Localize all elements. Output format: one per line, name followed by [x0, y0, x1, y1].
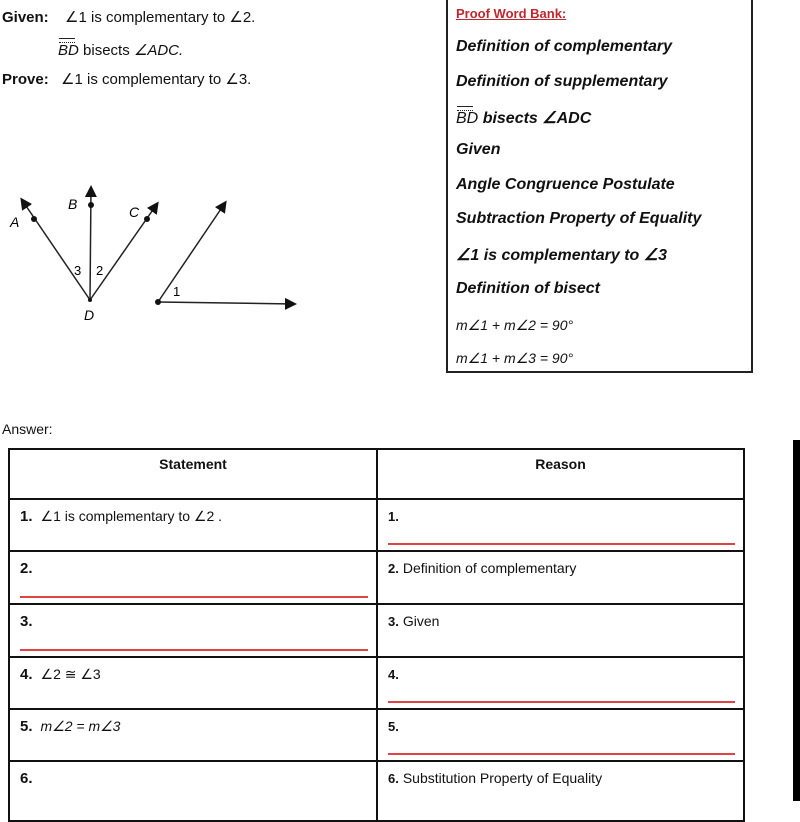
statement-cell-5: 5. m∠2 = m∠3 [8, 708, 378, 762]
row-number: 4. [388, 667, 399, 682]
row-number: 1. [20, 508, 33, 525]
word-bank-title: Proof Word Bank: [456, 6, 567, 21]
page-edge-bar [793, 440, 800, 801]
reason-blank-line[interactable] [388, 543, 735, 545]
table-row: 3. 3. Given [8, 603, 745, 658]
bisects-text: bisects ∠ADC [482, 110, 592, 127]
row-number: 5. [388, 719, 399, 734]
ray-bd: BD [58, 38, 79, 59]
statement-cell-2[interactable]: 2. [8, 550, 378, 605]
label-b: B [68, 196, 77, 212]
row-number: 5. [20, 718, 33, 735]
label-angle-3: 3 [74, 263, 81, 278]
label-angle-1: 1 [173, 284, 180, 299]
row-number: 4. [20, 666, 33, 683]
label-d: D [84, 307, 94, 323]
angle-adc: ∠ADC. [133, 42, 184, 59]
ray-bd: BD [456, 106, 479, 127]
row-number: 3. [388, 614, 399, 629]
statement-cell-3[interactable]: 3. [8, 603, 378, 658]
reason-blank-line[interactable] [388, 753, 735, 755]
prove-text: is complementary to [87, 71, 222, 88]
proof-word-bank: Proof Word Bank: Definition of complemen… [446, 0, 753, 373]
reason-cell-4[interactable]: 4. [376, 656, 745, 710]
label-c: C [129, 204, 140, 220]
word-bank-item: Subtraction Property of Equality [456, 210, 702, 227]
word-bank-item-bisects: BD bisects ∠ADC [456, 106, 592, 128]
statement-blank-line[interactable] [20, 649, 368, 651]
table-row: 1. ∠1 is complementary to ∠2 . 1. [8, 498, 745, 552]
given-line-1: Given: ∠1 is complementary to ∠2. [2, 8, 255, 26]
statement-cell-6[interactable]: 6. [8, 760, 378, 822]
proof-table: Statement Reason 1. ∠1 is complementary t… [8, 448, 745, 822]
statement-blank-line[interactable] [20, 596, 368, 598]
given-line-2: BD bisects ∠ADC. [58, 38, 184, 59]
prove-label: Prove: [2, 71, 49, 88]
reason-text: Substitution Property of Equality [402, 770, 603, 786]
row-number: 3. [20, 613, 33, 630]
statement-text: ∠2 ≅ ∠3 [40, 666, 101, 682]
point-c [144, 216, 150, 222]
header-statement: Statement [8, 448, 378, 500]
word-bank-item: m∠1 + m∠2 = 90° [456, 317, 574, 333]
given-text: is complementary to [91, 9, 226, 26]
statement-text: ∠1 is complementary to ∠2 . [40, 508, 223, 524]
word-bank-item: ∠1 is complementary to ∠3 [456, 247, 667, 264]
table-row: 5. m∠2 = m∠3 5. [8, 708, 745, 762]
statement-cell-1: 1. ∠1 is complementary to ∠2 . [8, 498, 378, 552]
row-number: 1. [388, 509, 399, 524]
reason-text: Given [402, 613, 440, 629]
prove-line: Prove: ∠1 is complementary to ∠3. [2, 70, 251, 88]
prove-angle-3: ∠3. [225, 71, 252, 88]
table-row: 4. ∠2 ≅ ∠3 4. [8, 656, 745, 710]
statement-cell-4: 4. ∠2 ≅ ∠3 [8, 656, 378, 710]
word-bank-item: Definition of bisect [456, 280, 600, 297]
statement-text: m∠2 = m∠3 [40, 718, 121, 734]
table-row: 2. 2. Definition of complementary [8, 550, 745, 605]
ray-angle1-lower [157, 297, 297, 310]
reason-cell-6: 6. Substitution Property of Equality [376, 760, 745, 822]
header-reason: Reason [376, 448, 745, 500]
prove-angle-1: ∠1 [61, 71, 83, 88]
label-angle-2: 2 [96, 263, 103, 278]
label-a: A [9, 214, 19, 230]
row-number: 2. [20, 560, 33, 577]
row-number: 2. [388, 561, 399, 576]
reason-text: Definition of complementary [402, 560, 577, 576]
vertex-angle1 [155, 299, 161, 305]
table-row: 6. 6. Substitution Property of Equality [8, 760, 745, 822]
reason-cell-3: 3. Given [376, 603, 745, 658]
given-angle-2: ∠2. [229, 9, 256, 26]
reason-cell-1[interactable]: 1. [376, 498, 745, 552]
word-bank-item: Given [456, 141, 501, 158]
word-bank-item: Definition of complementary [456, 38, 673, 55]
ray-da [20, 197, 91, 301]
row-number: 6. [20, 770, 33, 787]
given-label: Given: [2, 9, 49, 26]
reason-cell-2: 2. Definition of complementary [376, 550, 745, 605]
word-bank-item: Definition of supplementary [456, 73, 668, 90]
bisects-text: bisects [83, 42, 130, 59]
reason-cell-5[interactable]: 5. [376, 708, 745, 762]
angle-diagram: A B C D 3 2 1 [9, 185, 297, 323]
point-a [31, 216, 37, 222]
point-d [88, 298, 92, 302]
point-b [88, 202, 94, 208]
word-bank-item: m∠1 + m∠3 = 90° [456, 350, 574, 366]
reason-blank-line[interactable] [388, 701, 735, 703]
row-number: 6. [388, 771, 399, 786]
answer-label: Answer: [2, 421, 53, 437]
given-angle-1: ∠1 [65, 9, 87, 26]
word-bank-item: Angle Congruence Postulate [456, 176, 675, 193]
ray-angle1-upper [157, 200, 227, 303]
table-header-row: Statement Reason [8, 448, 745, 500]
